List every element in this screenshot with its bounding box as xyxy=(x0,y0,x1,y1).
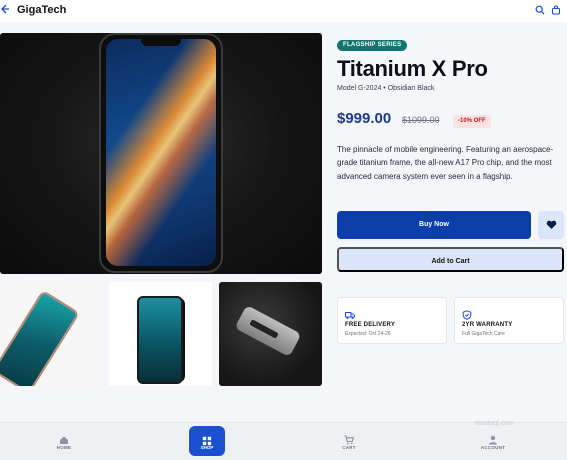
home-icon xyxy=(59,432,69,444)
feature-subtitle: Expected: Oct 24-26 xyxy=(345,331,391,337)
grid-icon xyxy=(202,433,212,446)
phone-front-render xyxy=(137,296,183,384)
feature-subtitle: Full GigaTech Care xyxy=(462,331,505,337)
thumbnail-phone-front-back[interactable] xyxy=(109,282,212,386)
top-app-bar: GigaTech xyxy=(0,0,567,22)
cart-icon xyxy=(344,432,355,445)
product-description: The pinnacle of mobile engineering. Feat… xyxy=(337,145,554,181)
back-arrow-icon[interactable] xyxy=(0,3,12,17)
nav-item-home[interactable]: HOME xyxy=(44,432,84,450)
phone-render xyxy=(99,33,223,273)
original-price: $1099.00 xyxy=(402,115,440,125)
wishlist-button[interactable] xyxy=(538,211,564,239)
phone-screen-wallpaper xyxy=(106,39,216,266)
brand-name: GigaTech xyxy=(17,4,67,16)
discount-badge: -10% OFF xyxy=(453,115,491,128)
watermark: mostaql.com xyxy=(474,420,514,427)
nav-label: SHOP xyxy=(200,445,214,450)
product-hero-image xyxy=(0,33,322,274)
nav-item-account[interactable]: ACCOUNT xyxy=(473,432,513,450)
current-price: $999.00 xyxy=(337,110,392,127)
thumbnail-usb-hub[interactable] xyxy=(219,282,322,386)
truck-icon xyxy=(345,307,355,319)
phone-notch xyxy=(141,38,181,46)
feature-title: 2YR WARRANTY xyxy=(462,322,513,328)
feature-title: FREE DELIVERY xyxy=(345,322,396,328)
buy-now-button[interactable]: Buy Now xyxy=(337,211,531,239)
bottom-navigation: HOME CART ACCOUNT xyxy=(0,422,567,460)
nav-label: ACCOUNT xyxy=(480,445,506,450)
phone-angle-render xyxy=(0,289,81,386)
nav-item-cart[interactable]: CART xyxy=(329,432,369,450)
search-icon[interactable] xyxy=(535,2,547,16)
feature-card-delivery: FREE DELIVERY Expected: Oct 24-26 xyxy=(337,297,447,344)
series-badge: FLAGSHIP SERIES xyxy=(337,40,408,51)
heart-icon xyxy=(546,220,556,229)
nav-label: CART xyxy=(342,445,356,450)
nav-label: HOME xyxy=(56,445,72,450)
product-title: Titanium X Pro xyxy=(337,56,488,81)
feature-card-warranty: 2YR WARRANTY Full GigaTech Care xyxy=(454,297,564,344)
product-model-meta: Model G-2024 • Obsidian Black xyxy=(337,85,435,92)
shopping-bag-icon[interactable] xyxy=(551,2,563,16)
user-icon xyxy=(488,432,498,445)
thumbnail-phone-angle[interactable] xyxy=(0,282,100,386)
add-to-cart-button[interactable]: Add to Cart xyxy=(337,247,564,272)
shield-check-icon xyxy=(462,307,472,320)
nav-item-shop[interactable]: SHOP xyxy=(189,426,225,456)
